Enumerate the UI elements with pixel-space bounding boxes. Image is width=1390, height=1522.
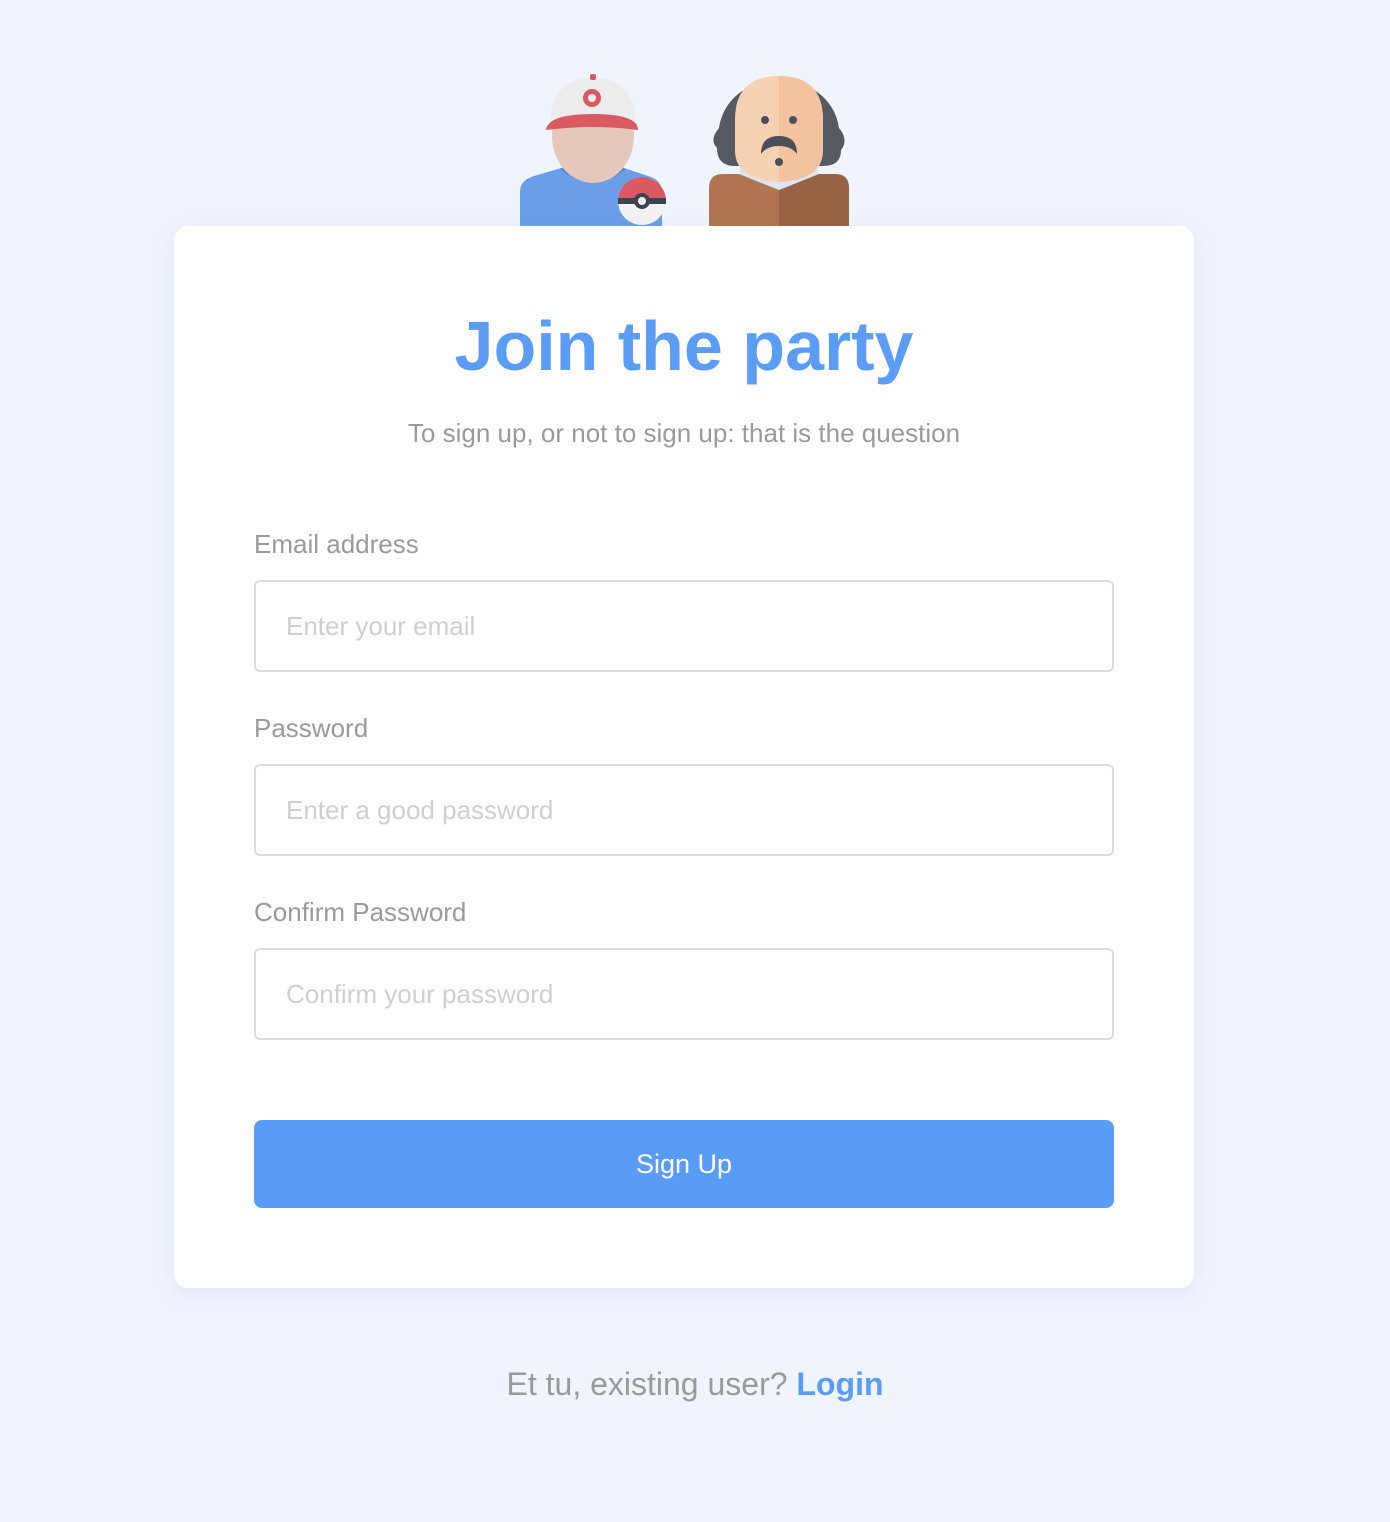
confirm-password-label: Confirm Password — [254, 897, 467, 927]
login-prompt: Et tu, existing user? Login — [0, 1364, 1390, 1404]
header-avatars — [505, 70, 865, 227]
sign-up-button[interactable]: Sign Up — [254, 1120, 1114, 1208]
email-label: Email address — [254, 529, 419, 559]
email-field[interactable] — [254, 580, 1114, 672]
pokemon-trainer-avatar-icon — [520, 74, 666, 227]
page-title: Join the party — [454, 307, 914, 385]
login-link[interactable]: Login — [796, 1366, 883, 1402]
password-label: Password — [254, 713, 369, 743]
shakespeare-avatar-icon — [709, 76, 849, 227]
password-field[interactable] — [254, 764, 1114, 856]
signup-card: Join the party To sign up, or not to sig… — [174, 226, 1194, 1288]
confirm-password-field[interactable] — [254, 948, 1114, 1040]
page-subtitle: To sign up, or not to sign up: that is t… — [407, 418, 961, 448]
login-prompt-text: Et tu, existing user? — [506, 1366, 797, 1402]
